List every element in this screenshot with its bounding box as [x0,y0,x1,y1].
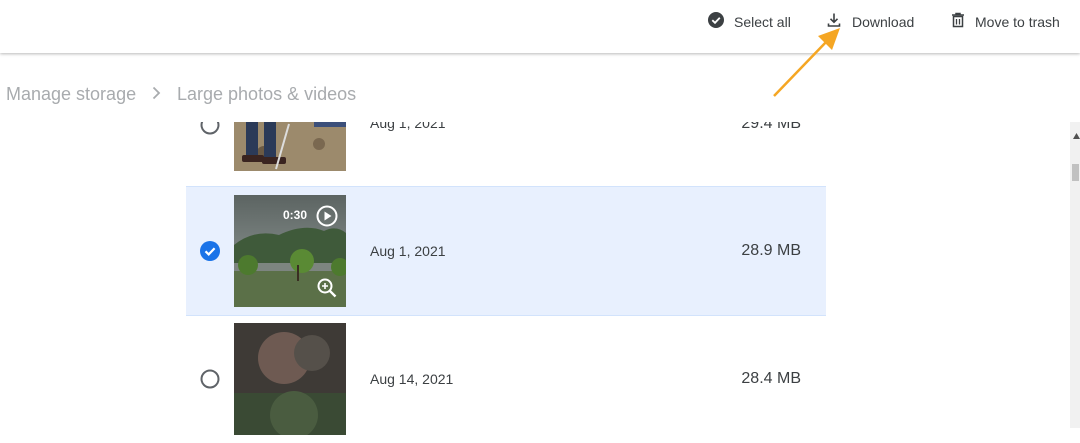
move-to-trash-button[interactable]: Move to trash [951,11,1060,33]
check-circle-icon [708,11,724,33]
scroll-up-arrow-icon[interactable] [1073,126,1080,144]
annotation-arrow-icon [760,24,850,109]
zoom-in-icon[interactable] [316,277,338,304]
chevron-right-icon [150,85,162,106]
play-icon [316,205,338,232]
action-toolbar: Select all Download Move to trash [0,0,1080,53]
item-date: Aug 1, 2021 [370,243,446,259]
breadcrumb-current-page: Large photos & videos [177,84,357,104]
breadcrumb-manage-storage[interactable]: Manage storage [6,84,136,105]
select-radio[interactable] [200,369,220,389]
video-duration: 0:30 [283,208,308,222]
breadcrumb: Manage storage Large photos & videos [0,54,1080,122]
item-size: 28.9 MB [741,242,801,259]
list-item[interactable]: 0:30 Aug 1, 2021 28.9 MB [186,186,826,316]
download-label: Download [852,14,915,30]
selected-check-icon[interactable] [200,241,220,261]
scrollbar-thumb[interactable] [1072,164,1079,181]
move-to-trash-label: Move to trash [975,14,1060,30]
video-thumbnail[interactable]: 0:30 [234,195,346,307]
trash-icon [951,12,965,33]
item-date: Aug 14, 2021 [370,371,454,387]
media-thumbnail[interactable] [234,323,346,435]
item-size: 28.4 MB [741,370,801,387]
list-item[interactable]: Aug 14, 2021 28.4 MB [186,315,826,443]
